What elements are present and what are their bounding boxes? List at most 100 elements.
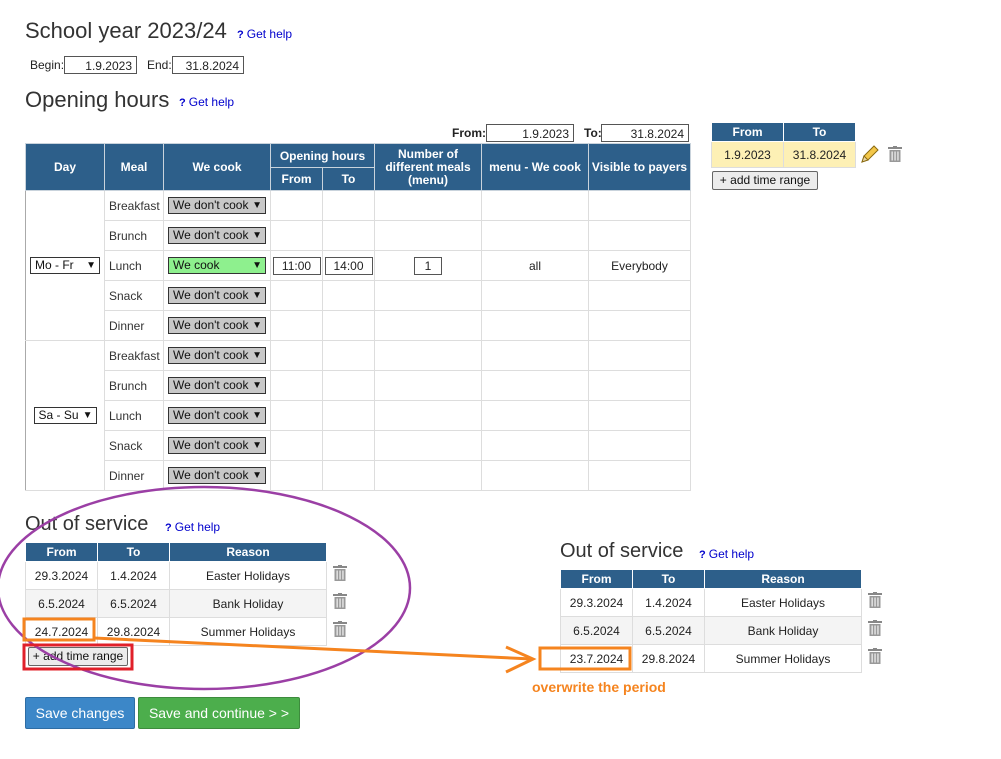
oos-reason-value: Summer Holidays [169,617,327,646]
table-row[interactable]: 24.7.2024 29.8.2024 Summer Holidays [25,617,327,646]
cook-cell: We don't cook ▼ [163,310,271,341]
out-of-service-table-right: From To Reason 29.3.2024 1.4.2024 Easter… [560,569,862,673]
oos-to-value: 29.8.2024 [97,617,170,646]
num-meals-input[interactable]: 1 [414,256,442,275]
school-year-help-link[interactable]: ? Get help [237,27,292,41]
oos-from-value: 29.3.2024 [25,561,98,590]
chevron-down-icon: ▼ [252,230,262,241]
table-row: Snack We don't cook ▼ [26,280,691,311]
range-from-header: From [711,122,784,142]
trash-icon[interactable] [868,648,882,664]
oos-to-header: To [97,542,170,562]
cook-select[interactable]: We don't cook ▼ [168,197,266,214]
table-row: Mo - Fr ▼ Breakfast We don't cook ▼ [25,190,691,341]
oos-reason-header: Reason [169,542,327,562]
cook-select[interactable]: We don't cook ▼ [168,347,266,364]
cook-select[interactable]: We don't cook ▼ [168,317,266,334]
table-row[interactable]: 29.3.2024 1.4.2024 Easter Holidays [560,588,862,617]
meal-label: Dinner [104,460,164,491]
filter-from-input[interactable]: 1.9.2023 [486,124,574,142]
col-we-cook-header: We cook [163,143,271,191]
trash-icon[interactable] [868,592,882,608]
cook-cell: We don't cook ▼ [163,400,271,431]
to-cell: 14:00 [322,250,375,281]
trash-icon[interactable] [333,565,347,581]
cook-select[interactable]: We don't cook ▼ [168,227,266,244]
oos-from-value: 29.3.2024 [560,588,633,617]
out-of-service-help-link-right[interactable]: ? Get help [699,547,754,561]
table-row: Dinner We don't cook ▼ [26,310,691,341]
opening-hours-help-link[interactable]: ? Get help [179,95,234,109]
save-changes-button[interactable]: Save changes [25,697,135,729]
day-cell: Sa - Su ▼ [25,340,105,491]
chevron-down-icon: ▼ [252,320,262,331]
cook-cell: We don't cook ▼ [163,370,271,401]
trash-icon[interactable] [888,146,902,162]
time-ranges-table: From To 1.9.2023 31.8.2024 [711,122,856,168]
col-visible-header: Visible to payers [588,143,691,191]
annotation-note: overwrite the period [532,679,666,695]
table-row: Brunch We don't cook ▼ [26,220,691,251]
oos-reason-value: Bank Holiday [704,616,862,645]
cook-select[interactable]: We don't cook ▼ [168,407,266,424]
end-label: End: [147,58,172,72]
trash-icon[interactable] [333,593,347,609]
cook-select[interactable]: We cook ▼ [168,257,266,274]
cook-cell: We don't cook ▼ [163,220,271,251]
oos-reason-value: Summer Holidays [704,644,862,673]
school-year-title: School year 2023/24 [25,18,227,43]
opening-hours-title: Opening hours [25,87,170,112]
oos-to-value: 6.5.2024 [97,589,170,618]
pencil-icon[interactable] [859,145,880,165]
oos-to-header: To [632,569,705,589]
table-row[interactable]: 23.7.2024 29.8.2024 Summer Holidays [560,644,862,673]
cook-select[interactable]: We don't cook ▼ [168,437,266,454]
cook-select[interactable]: We don't cook ▼ [168,377,266,394]
meal-label: Snack [104,280,164,311]
to-time-input[interactable]: 14:00 [324,256,373,275]
out-of-service-help-link[interactable]: ? Get help [165,520,220,534]
menu-value: all [481,250,589,281]
save-and-continue-button[interactable]: Save and continue > > [138,697,300,729]
filter-to-input[interactable]: 31.8.2024 [601,124,689,142]
table-row[interactable]: 1.9.2023 31.8.2024 [711,141,856,168]
table-row[interactable]: 29.3.2024 1.4.2024 Easter Holidays [25,561,327,590]
cook-cell: We don't cook ▼ [163,280,271,311]
meal-label: Brunch [104,220,164,251]
chevron-down-icon: ▼ [252,200,262,211]
day-select[interactable]: Mo - Fr ▼ [30,257,100,274]
col-from-header: From [270,167,323,191]
oos-add-time-range-button[interactable]: + add time range [28,647,128,666]
oos-from-value: 23.7.2024 [560,644,633,673]
range-to-value: 31.8.2024 [783,141,856,168]
out-of-service-title-right: Out of service [560,540,684,562]
begin-date-input[interactable]: 1.9.2023 [64,56,137,74]
oos-reason-value: Easter Holidays [704,588,862,617]
table-row: Lunch We cook ▼ 11:00 14:00 1 all Everybo… [26,250,691,281]
table-row: Brunch We don't cook ▼ [26,370,691,401]
oos-to-value: 29.8.2024 [632,644,705,673]
trash-icon[interactable] [868,620,882,636]
oos-from-value: 6.5.2024 [560,616,633,645]
chevron-down-icon: ▼ [252,410,262,421]
table-row[interactable]: 6.5.2024 6.5.2024 Bank Holiday [25,589,327,618]
end-date-input[interactable]: 31.8.2024 [172,56,244,74]
oos-from-header: From [560,569,633,589]
cook-cell: We cook ▼ [163,250,271,281]
from-time-input[interactable]: 11:00 [272,256,321,275]
cook-cell: We don't cook ▼ [163,430,271,461]
chevron-down-icon: ▼ [86,260,96,271]
table-row: Dinner We don't cook ▼ [26,460,691,491]
table-row[interactable]: 6.5.2024 6.5.2024 Bank Holiday [560,616,862,645]
day-select[interactable]: Sa - Su ▼ [33,407,97,424]
oos-from-value: 6.5.2024 [25,589,98,618]
orange-arrow-head [505,645,537,674]
add-time-range-button[interactable]: + add time range [712,171,818,190]
trash-icon[interactable] [333,621,347,637]
cook-select[interactable]: We don't cook ▼ [168,467,266,484]
begin-label: Begin: [30,58,65,72]
cook-select[interactable]: We don't cook ▼ [168,287,266,304]
help-icon: ? [237,29,244,41]
col-day-header: Day [25,143,105,191]
chevron-down-icon: ▼ [252,440,262,451]
